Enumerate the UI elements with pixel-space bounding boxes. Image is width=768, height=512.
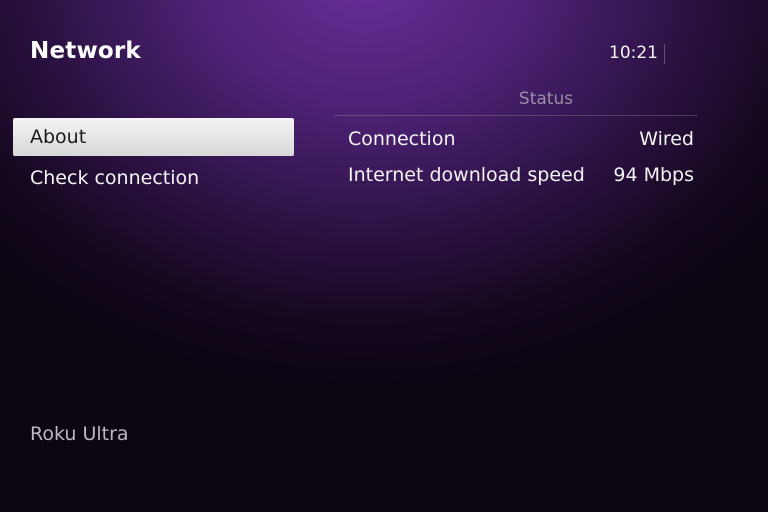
status-row-download-speed: Internet download speed 94 Mbps bbox=[334, 157, 698, 193]
settings-menu: About Check connection bbox=[13, 118, 294, 200]
device-name: Roku Ultra bbox=[30, 423, 129, 445]
page-title: Network bbox=[30, 38, 141, 64]
menu-item-check-connection[interactable]: Check connection bbox=[13, 159, 294, 197]
status-value-connection: Wired bbox=[639, 128, 694, 150]
clock-divider bbox=[664, 44, 665, 64]
status-value-download-speed: 94 Mbps bbox=[613, 164, 694, 186]
status-label-download-speed: Internet download speed bbox=[348, 164, 585, 186]
status-row-connection: Connection Wired bbox=[334, 121, 698, 157]
status-panel: Status Connection Wired Internet downloa… bbox=[334, 86, 698, 193]
menu-item-about[interactable]: About bbox=[13, 118, 294, 156]
status-label-connection: Connection bbox=[348, 128, 456, 150]
status-header: Status bbox=[334, 86, 698, 116]
clock: 10:21 bbox=[609, 43, 658, 63]
